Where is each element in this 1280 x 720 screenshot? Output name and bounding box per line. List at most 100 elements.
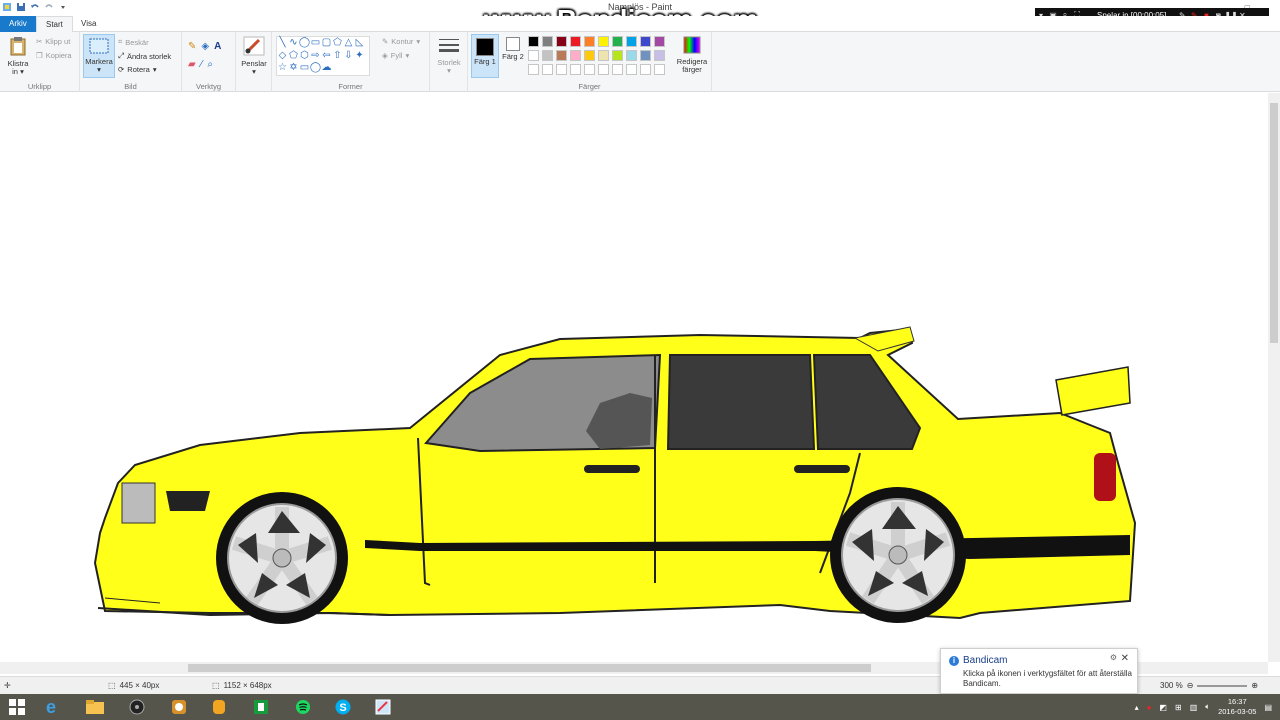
show-hidden-icons-icon[interactable]: ▴ — [1135, 703, 1139, 712]
database-app-icon[interactable] — [204, 695, 234, 719]
text-icon[interactable]: A — [214, 41, 221, 52]
palette-swatch[interactable] — [528, 36, 539, 47]
volume-icon[interactable]: 🔈︎ — [1205, 702, 1210, 712]
crop-button[interactable]: ⌗ Beskär — [118, 37, 149, 47]
line-shape-icon[interactable]: ╲ — [277, 37, 288, 48]
palette-swatch[interactable] — [584, 50, 595, 61]
rounded-rectangle-shape-icon[interactable]: ▢ — [321, 37, 332, 48]
skype-icon[interactable]: S — [328, 695, 358, 719]
outline-button[interactable]: ✎ Kontur ▾ — [382, 37, 420, 46]
right-arrow-shape-icon[interactable]: ⇨ — [310, 50, 321, 61]
resize-button[interactable]: ⤢ Ändra storlek — [118, 51, 171, 61]
palette-swatch[interactable] — [598, 36, 609, 47]
windows-tray-icon[interactable]: ⊞ — [1175, 703, 1182, 712]
eraser-icon[interactable]: ▰ — [188, 59, 196, 70]
custom-color-slot[interactable] — [626, 64, 637, 75]
zoom-slider[interactable] — [1197, 684, 1248, 687]
down-arrow-shape-icon[interactable]: ⇩ — [343, 50, 354, 61]
bandicam-tray-icon[interactable]: ● — [1147, 703, 1152, 712]
app-icon[interactable] — [164, 695, 194, 719]
color-picker-icon[interactable]: ⁄ — [201, 59, 203, 70]
vertical-scroll-thumb[interactable] — [1270, 103, 1278, 343]
callout-rect-shape-icon[interactable]: ▭ — [299, 62, 310, 73]
four-point-star-shape-icon[interactable]: ✦ — [354, 50, 365, 61]
size-button[interactable]: Storlek ▾ — [434, 37, 464, 75]
select-button[interactable]: Markera ▾ — [83, 34, 115, 78]
toast-close-icon[interactable]: ✕ — [1121, 653, 1129, 664]
custom-color-slot[interactable] — [528, 64, 539, 75]
tab-file[interactable]: Arkiv — [0, 16, 36, 32]
cut-button[interactable]: ✂ Klipp ut — [36, 37, 70, 46]
media-player-icon[interactable] — [122, 695, 152, 719]
polygon-shape-icon[interactable]: ⬠ — [332, 37, 343, 48]
palette-swatch[interactable] — [612, 36, 623, 47]
six-point-star-shape-icon[interactable]: ✡ — [288, 62, 299, 73]
copy-button[interactable]: ❐ Kopiera — [36, 51, 72, 60]
palette-swatch[interactable] — [640, 36, 651, 47]
palette-swatch[interactable] — [570, 50, 581, 61]
paste-button[interactable]: Klistra in ▾ — [4, 36, 32, 76]
custom-color-slot[interactable] — [542, 64, 553, 75]
zoom-in-icon[interactable]: ⊕ — [1251, 681, 1258, 690]
diamond-shape-icon[interactable]: ◇ — [277, 50, 288, 61]
triangle-shape-icon[interactable]: △ — [343, 37, 354, 48]
settings-icon[interactable]: ⚙ — [1110, 653, 1117, 662]
custom-color-slot[interactable] — [570, 64, 581, 75]
palette-swatch[interactable] — [542, 36, 553, 47]
left-arrow-shape-icon[interactable]: ⇦ — [321, 50, 332, 61]
palette-swatch[interactable] — [654, 50, 665, 61]
clock[interactable]: 16:37 2016-03-05 — [1218, 697, 1256, 717]
start-button[interactable] — [2, 695, 32, 719]
five-point-star-shape-icon[interactable]: ☆ — [277, 62, 288, 73]
vertical-scrollbar[interactable] — [1268, 93, 1280, 662]
notifications-icon[interactable]: ▤ — [1264, 703, 1272, 712]
custom-color-slot[interactable] — [612, 64, 623, 75]
tab-view[interactable]: Visa — [72, 16, 105, 32]
notification-toast[interactable]: i Bandicam ⚙ ✕ Klicka på ikonen i verkty… — [940, 648, 1138, 694]
oval-shape-icon[interactable]: ◯ — [299, 37, 310, 48]
palette-swatch[interactable] — [556, 50, 567, 61]
palette-swatch[interactable] — [640, 50, 651, 61]
rotate-button[interactable]: ⟳ Rotera ▾ — [118, 65, 157, 74]
fill-button[interactable]: ◈ Fyll ▾ — [382, 51, 409, 60]
custom-color-slot[interactable] — [640, 64, 651, 75]
tab-home[interactable]: Start — [36, 16, 73, 33]
pentagon-shape-icon[interactable]: ⬠ — [288, 50, 299, 61]
up-arrow-shape-icon[interactable]: ⇧ — [332, 50, 343, 61]
palette-swatch[interactable] — [584, 36, 595, 47]
file-explorer-icon[interactable] — [80, 695, 110, 719]
shapes-gallery[interactable]: ╲ ∿ ◯ ▭ ▢ ⬠ △ ◺ ◇ ⬠ ⬡ ⇨ ⇦ ⇧ ⇩ ✦ ☆ ✡ ▭ ◯ … — [276, 36, 370, 76]
pencil-icon[interactable]: ✎ — [188, 41, 196, 52]
palette-swatch[interactable] — [556, 36, 567, 47]
palette-swatch[interactable] — [612, 50, 623, 61]
palette-swatch[interactable] — [598, 50, 609, 61]
cloud-shape-icon[interactable]: ☁ — [321, 62, 332, 73]
network-icon[interactable]: ▥ — [1190, 703, 1198, 712]
xbox-store-icon[interactable] — [246, 695, 276, 719]
fill-bucket-icon[interactable]: ◈ — [201, 41, 209, 52]
app-tray-icon[interactable]: ◩ — [1159, 703, 1167, 712]
color1-button[interactable]: Färg 1 — [471, 34, 499, 78]
edit-colors-button[interactable]: Redigera färger — [674, 36, 710, 74]
custom-color-slot[interactable] — [654, 64, 665, 75]
rectangle-shape-icon[interactable]: ▭ — [310, 37, 321, 48]
internet-explorer-icon[interactable]: e — [36, 695, 66, 719]
callout-oval-shape-icon[interactable]: ◯ — [310, 62, 321, 73]
drawing-canvas[interactable] — [0, 93, 1268, 662]
custom-color-slot[interactable] — [556, 64, 567, 75]
right-triangle-shape-icon[interactable]: ◺ — [354, 37, 365, 48]
spotify-icon[interactable] — [288, 695, 318, 719]
zoom-out-icon[interactable]: ⊖ — [1187, 681, 1194, 690]
color2-button[interactable]: Färg 2 — [501, 37, 525, 61]
palette-swatch[interactable] — [626, 50, 637, 61]
magnifier-icon[interactable]: ⌕ — [207, 59, 213, 70]
palette-swatch[interactable] — [570, 36, 581, 47]
curve-shape-icon[interactable]: ∿ — [288, 37, 299, 48]
horizontal-scroll-thumb[interactable] — [188, 664, 871, 672]
palette-swatch[interactable] — [654, 36, 665, 47]
palette-swatch[interactable] — [542, 50, 553, 61]
custom-color-slot[interactable] — [598, 64, 609, 75]
paint-taskbar-icon[interactable] — [368, 695, 398, 719]
palette-swatch[interactable] — [528, 50, 539, 61]
hexagon-shape-icon[interactable]: ⬡ — [299, 50, 310, 61]
